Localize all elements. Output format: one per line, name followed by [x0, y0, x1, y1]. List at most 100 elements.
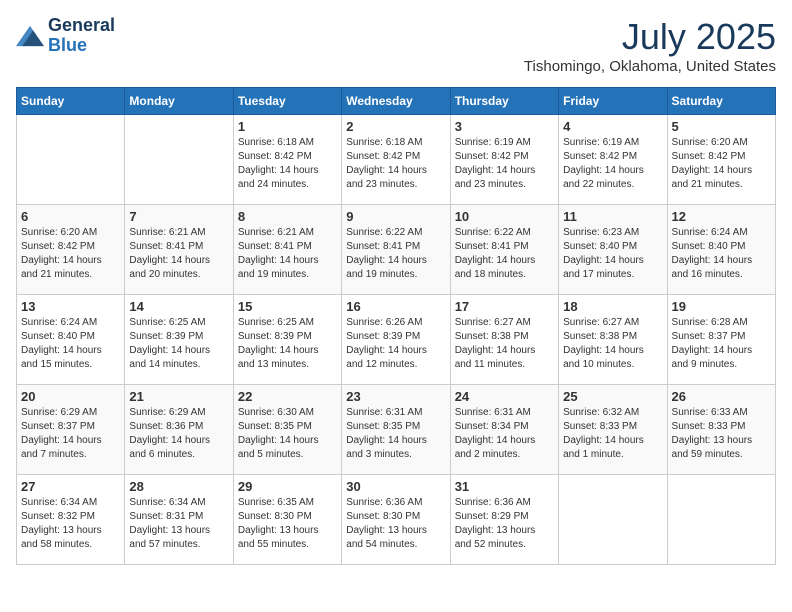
day-number: 18 [563, 299, 662, 314]
month-title: July 2025 [524, 16, 776, 58]
day-number: 30 [346, 479, 445, 494]
day-info: Sunrise: 6:22 AMSunset: 8:41 PMDaylight:… [455, 226, 554, 282]
day-info: Sunrise: 6:24 AMSunset: 8:40 PMDaylight:… [672, 226, 771, 282]
calendar-cell [667, 475, 775, 565]
day-info: Sunrise: 6:18 AMSunset: 8:42 PMDaylight:… [238, 136, 337, 192]
day-number: 6 [21, 209, 120, 224]
day-info: Sunrise: 6:34 AMSunset: 8:31 PMDaylight:… [129, 496, 228, 552]
calendar-cell: 25 Sunrise: 6:32 AMSunset: 8:33 PMDayligh… [559, 385, 667, 475]
day-number: 31 [455, 479, 554, 494]
calendar-week-row: 1Sunrise: 6:18 AMSunset: 8:42 PMDaylight… [17, 115, 776, 205]
day-number: 20 [21, 389, 120, 404]
day-info: Sunrise: 6:20 AMSunset: 8:42 PMDaylight:… [672, 136, 771, 192]
day-info: Sunrise: 6:30 AMSunset: 8:35 PMDaylight:… [238, 406, 337, 462]
day-info: Sunrise: 6:29 AMSunset: 8:37 PMDaylight:… [21, 406, 120, 462]
calendar-cell: 29 Sunrise: 6:35 AMSunset: 8:30 PMDayligh… [233, 475, 341, 565]
calendar-cell: 15 Sunrise: 6:25 AMSunset: 8:39 PMDayligh… [233, 295, 341, 385]
column-header-tuesday: Tuesday [233, 88, 341, 115]
calendar-header-row: SundayMondayTuesdayWednesdayThursdayFrid… [17, 88, 776, 115]
day-number: 13 [21, 299, 120, 314]
day-number: 28 [129, 479, 228, 494]
day-number: 3 [455, 119, 554, 134]
day-info: Sunrise: 6:21 AMSunset: 8:41 PMDaylight:… [238, 226, 337, 282]
calendar-cell: 24Sunrise: 6:31 AMSunset: 8:34 PMDayligh… [450, 385, 558, 475]
calendar-cell: 13 Sunrise: 6:24 AMSunset: 8:40 PMDayligh… [17, 295, 125, 385]
calendar-cell: 12 Sunrise: 6:24 AMSunset: 8:40 PMDayligh… [667, 205, 775, 295]
day-number: 17 [455, 299, 554, 314]
calendar-cell: 4 Sunrise: 6:19 AMSunset: 8:42 PMDaylight… [559, 115, 667, 205]
calendar-cell: 11 Sunrise: 6:23 AMSunset: 8:40 PMDayligh… [559, 205, 667, 295]
day-info: Sunrise: 6:24 AMSunset: 8:40 PMDaylight:… [21, 316, 120, 372]
day-info: Sunrise: 6:23 AMSunset: 8:40 PMDaylight:… [563, 226, 662, 282]
logo-icon [16, 24, 44, 48]
day-info: Sunrise: 6:26 AMSunset: 8:39 PMDaylight:… [346, 316, 445, 372]
calendar-cell: 2Sunrise: 6:18 AMSunset: 8:42 PMDaylight… [342, 115, 450, 205]
calendar-cell [125, 115, 233, 205]
calendar-cell [559, 475, 667, 565]
calendar-cell: 1Sunrise: 6:18 AMSunset: 8:42 PMDaylight… [233, 115, 341, 205]
calendar-cell: 3 Sunrise: 6:19 AMSunset: 8:42 PMDaylight… [450, 115, 558, 205]
calendar-cell: 28 Sunrise: 6:34 AMSunset: 8:31 PMDayligh… [125, 475, 233, 565]
calendar-week-row: 6 Sunrise: 6:20 AMSunset: 8:42 PMDaylight… [17, 205, 776, 295]
calendar-cell: 20 Sunrise: 6:29 AMSunset: 8:37 PMDayligh… [17, 385, 125, 475]
day-info: Sunrise: 6:22 AMSunset: 8:41 PMDaylight:… [346, 226, 445, 282]
column-header-saturday: Saturday [667, 88, 775, 115]
day-info: Sunrise: 6:28 AMSunset: 8:37 PMDaylight:… [672, 316, 771, 372]
day-info: Sunrise: 6:33 AMSunset: 8:33 PMDaylight:… [672, 406, 771, 462]
day-info: Sunrise: 6:21 AMSunset: 8:41 PMDaylight:… [129, 226, 228, 282]
day-number: 24 [455, 389, 554, 404]
day-number: 29 [238, 479, 337, 494]
day-number: 15 [238, 299, 337, 314]
day-info: Sunrise: 6:35 AMSunset: 8:30 PMDaylight:… [238, 496, 337, 552]
day-number: 19 [672, 299, 771, 314]
day-info: Sunrise: 6:34 AMSunset: 8:32 PMDaylight:… [21, 496, 120, 552]
logo-text: General Blue [48, 16, 115, 56]
calendar-cell: 30 Sunrise: 6:36 AMSunset: 8:30 PMDayligh… [342, 475, 450, 565]
day-number: 10 [455, 209, 554, 224]
calendar-cell: 23 Sunrise: 6:31 AMSunset: 8:35 PMDayligh… [342, 385, 450, 475]
column-header-wednesday: Wednesday [342, 88, 450, 115]
day-info: Sunrise: 6:36 AMSunset: 8:30 PMDaylight:… [346, 496, 445, 552]
day-info: Sunrise: 6:32 AMSunset: 8:33 PMDaylight:… [563, 406, 662, 462]
day-number: 22 [238, 389, 337, 404]
calendar-cell: 18 Sunrise: 6:27 AMSunset: 8:38 PMDayligh… [559, 295, 667, 385]
day-info: Sunrise: 6:25 AMSunset: 8:39 PMDaylight:… [238, 316, 337, 372]
title-block: July 2025 Tishomingo, Oklahoma, United S… [524, 16, 776, 75]
calendar-cell: 27Sunrise: 6:34 AMSunset: 8:32 PMDayligh… [17, 475, 125, 565]
calendar-week-row: 13 Sunrise: 6:24 AMSunset: 8:40 PMDayligh… [17, 295, 776, 385]
location: Tishomingo, Oklahoma, United States [524, 58, 776, 75]
calendar-cell: 16 Sunrise: 6:26 AMSunset: 8:39 PMDayligh… [342, 295, 450, 385]
calendar-cell: 31 Sunrise: 6:36 AMSunset: 8:29 PMDayligh… [450, 475, 558, 565]
calendar-cell: 6 Sunrise: 6:20 AMSunset: 8:42 PMDaylight… [17, 205, 125, 295]
day-info: Sunrise: 6:36 AMSunset: 8:29 PMDaylight:… [455, 496, 554, 552]
day-number: 26 [672, 389, 771, 404]
calendar-week-row: 20 Sunrise: 6:29 AMSunset: 8:37 PMDayligh… [17, 385, 776, 475]
calendar-cell: 21 Sunrise: 6:29 AMSunset: 8:36 PMDayligh… [125, 385, 233, 475]
day-number: 21 [129, 389, 228, 404]
day-info: Sunrise: 6:19 AMSunset: 8:42 PMDaylight:… [455, 136, 554, 192]
day-number: 25 [563, 389, 662, 404]
day-number: 11 [563, 209, 662, 224]
calendar-cell: 19 Sunrise: 6:28 AMSunset: 8:37 PMDayligh… [667, 295, 775, 385]
day-number: 8 [238, 209, 337, 224]
day-info: Sunrise: 6:31 AMSunset: 8:35 PMDaylight:… [346, 406, 445, 462]
day-info: Sunrise: 6:20 AMSunset: 8:42 PMDaylight:… [21, 226, 120, 282]
column-header-friday: Friday [559, 88, 667, 115]
day-info: Sunrise: 6:19 AMSunset: 8:42 PMDaylight:… [563, 136, 662, 192]
calendar-cell: 17Sunrise: 6:27 AMSunset: 8:38 PMDayligh… [450, 295, 558, 385]
day-number: 12 [672, 209, 771, 224]
calendar-table: SundayMondayTuesdayWednesdayThursdayFrid… [16, 87, 776, 565]
calendar-cell: 5Sunrise: 6:20 AMSunset: 8:42 PMDaylight… [667, 115, 775, 205]
page-header: General Blue July 2025 Tishomingo, Oklah… [16, 16, 776, 75]
day-number: 2 [346, 119, 445, 134]
calendar-cell: 26 Sunrise: 6:33 AMSunset: 8:33 PMDayligh… [667, 385, 775, 475]
day-info: Sunrise: 6:27 AMSunset: 8:38 PMDaylight:… [563, 316, 662, 372]
day-info: Sunrise: 6:29 AMSunset: 8:36 PMDaylight:… [129, 406, 228, 462]
calendar-week-row: 27Sunrise: 6:34 AMSunset: 8:32 PMDayligh… [17, 475, 776, 565]
day-number: 16 [346, 299, 445, 314]
calendar-cell [17, 115, 125, 205]
day-number: 23 [346, 389, 445, 404]
day-number: 14 [129, 299, 228, 314]
day-number: 4 [563, 119, 662, 134]
day-info: Sunrise: 6:25 AMSunset: 8:39 PMDaylight:… [129, 316, 228, 372]
